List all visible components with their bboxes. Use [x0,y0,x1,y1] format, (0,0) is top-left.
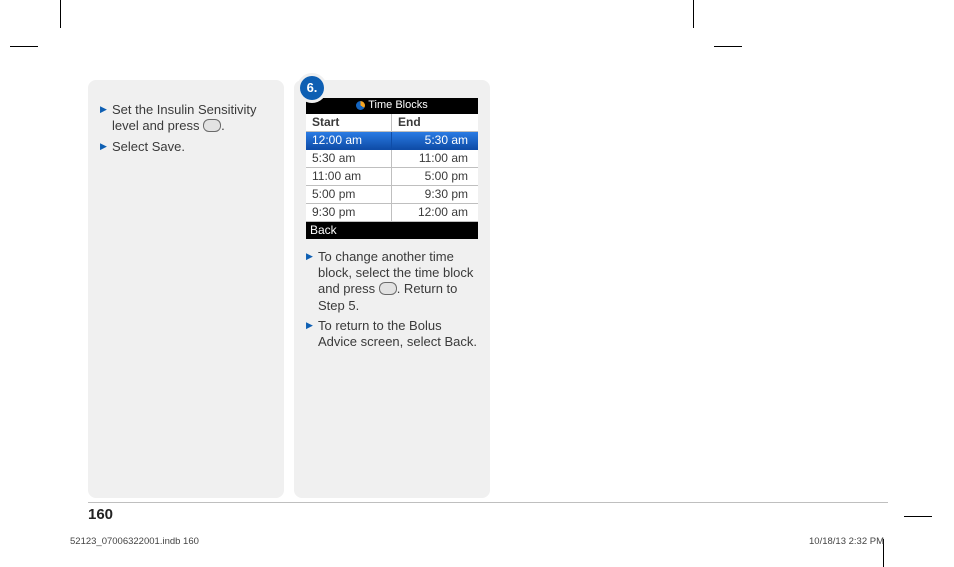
cards-container: Set the Insulin Sensitivity level and pr… [88,80,490,498]
device-cell-end: 11:00 am [392,150,478,167]
step-badge: 6. [300,76,324,100]
meta-left: 52123_07006322001.indb 160 [70,536,199,547]
device-row: 12:00 am5:30 am [306,132,478,150]
device-footer: Back [306,222,478,239]
device-title-bar: Time Blocks [306,98,478,114]
device-row: 9:30 pm12:00 am [306,204,478,222]
device-headers: Start End [306,114,478,132]
card-left: Set the Insulin Sensitivity level and pr… [88,80,284,498]
crop-mark [904,516,932,517]
crop-mark [714,46,742,47]
pie-icon [356,101,365,110]
device-cell-end: 12:00 am [392,204,478,221]
device-screen: Time Blocks Start End 12:00 am5:30 am5:3… [306,98,478,239]
page-number: 160 [88,506,113,523]
left-bullets: Set the Insulin Sensitivity level and pr… [100,102,272,155]
bullet-item: To change another time block, select the… [306,249,478,314]
device-row: 5:30 am11:00 am [306,150,478,168]
header-end: End [392,114,478,131]
page-rule [88,502,888,503]
crop-mark [10,46,38,47]
device-cell-start: 11:00 am [306,168,392,185]
button-icon [379,282,397,295]
device-cell-start: 12:00 am [306,132,392,149]
device-row: 11:00 am5:00 pm [306,168,478,186]
device-cell-start: 5:00 pm [306,186,392,203]
device-cell-end: 5:30 am [392,132,478,149]
header-start: Start [306,114,392,131]
bullet-item: Select Save. [100,139,272,155]
right-bullets: To change another time block, select the… [306,249,478,351]
crop-mark [60,0,61,28]
bullet-item: To return to the Bolus Advice screen, se… [306,318,478,351]
button-icon [203,119,221,132]
device-title: Time Blocks [368,99,428,113]
meta-right: 10/18/13 2:32 PM [809,536,884,547]
device-row: 5:00 pm9:30 pm [306,186,478,204]
crop-mark [693,0,694,28]
card-right: 6. Time Blocks Start End 12:00 am5:30 am… [294,80,490,498]
device-cell-end: 9:30 pm [392,186,478,203]
bullet-item: Set the Insulin Sensitivity level and pr… [100,102,272,135]
device-cell-start: 9:30 pm [306,204,392,221]
device-cell-start: 5:30 am [306,150,392,167]
device-cell-end: 5:00 pm [392,168,478,185]
